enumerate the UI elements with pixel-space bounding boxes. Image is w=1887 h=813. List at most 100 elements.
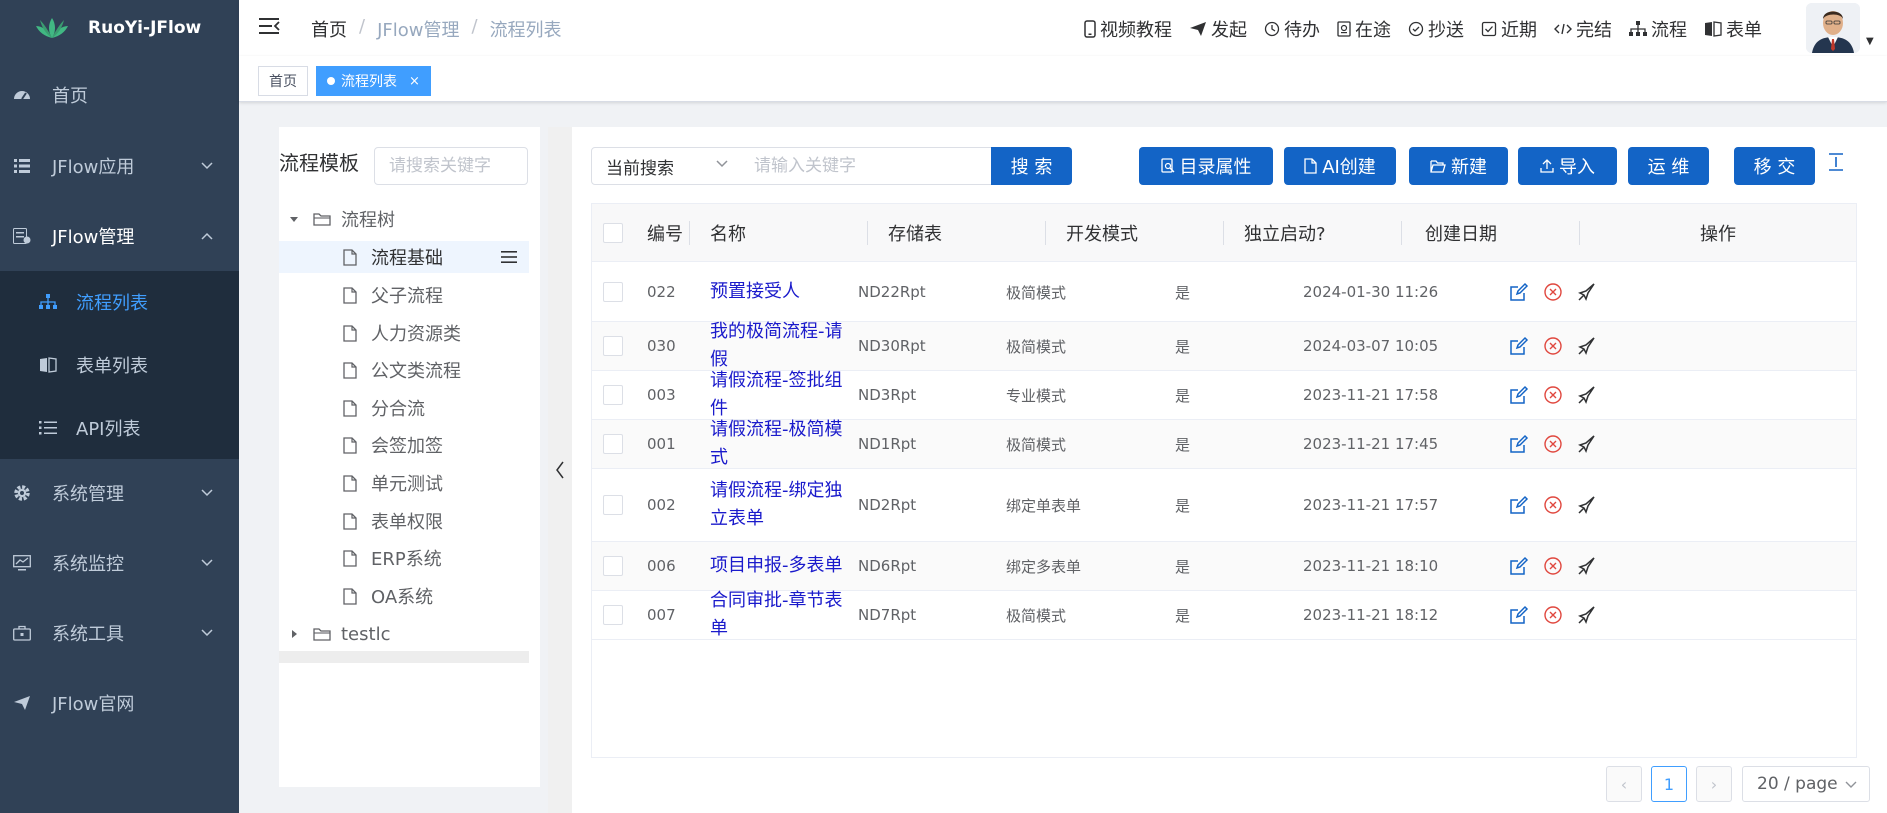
delete-icon[interactable]: [1543, 282, 1563, 302]
cell-name-link[interactable]: 请假流程-极简模式: [710, 419, 860, 468]
caret-right-icon[interactable]: [289, 629, 299, 639]
app-logo[interactable]: RuoYi-JFlow: [0, 0, 239, 56]
edit-icon[interactable]: [1509, 434, 1529, 454]
page-size-select[interactable]: 20 / page: [1742, 766, 1870, 802]
tree-node-item[interactable]: 单元测试: [279, 467, 529, 499]
nav-recent[interactable]: 近期: [1481, 16, 1537, 42]
launch-icon[interactable]: [1577, 434, 1597, 454]
sidebar-item-system-manage[interactable]: 系统管理: [0, 458, 239, 528]
row-checkbox[interactable]: [603, 385, 623, 405]
tag-home[interactable]: 首页: [258, 66, 308, 96]
collapse-panel-button[interactable]: [548, 127, 572, 813]
sidebar-item-api-list[interactable]: API列表: [0, 397, 239, 459]
nav-in-progress[interactable]: 在途: [1337, 16, 1391, 42]
row-checkbox[interactable]: [603, 605, 623, 625]
delete-icon[interactable]: [1543, 556, 1563, 576]
sidebar-item-jflow-site[interactable]: JFlow官网: [0, 668, 239, 738]
tree-node-item[interactable]: 表单权限: [279, 505, 529, 537]
sidebar-item-form-list[interactable]: 表单列表: [0, 334, 239, 396]
edit-icon[interactable]: [1509, 385, 1529, 405]
edit-icon[interactable]: [1509, 495, 1529, 515]
search-input[interactable]: [740, 147, 992, 185]
search-button[interactable]: 搜 索: [991, 147, 1072, 185]
nav-finished[interactable]: 完结: [1554, 16, 1612, 42]
tree-node-item[interactable]: ERP系统: [279, 542, 529, 574]
vertical-align-top-icon[interactable]: [1829, 153, 1843, 171]
search-scope-select[interactable]: 当前搜索: [591, 147, 741, 185]
nav-video-tutorial[interactable]: 视频教程: [1084, 16, 1172, 42]
select-all-checkbox[interactable]: [603, 223, 623, 243]
nav-start[interactable]: 发起: [1189, 16, 1247, 42]
tree-node-item[interactable]: 流程基础: [279, 241, 529, 273]
ops-button[interactable]: 运 维: [1628, 147, 1709, 185]
import-button[interactable]: 导入: [1518, 147, 1617, 185]
row-checkbox[interactable]: [603, 336, 623, 356]
sidebar-item-label: 系统监控: [52, 554, 124, 575]
sidebar-item-system-monitor[interactable]: 系统监控: [0, 528, 239, 598]
hamburger-icon[interactable]: [259, 16, 281, 36]
launch-icon[interactable]: [1577, 605, 1597, 625]
nav-cc[interactable]: 抄送: [1408, 16, 1464, 42]
sidebar-item-jflow-manage[interactable]: JFlow管理: [0, 201, 239, 271]
nav-form[interactable]: 表单: [1704, 16, 1762, 42]
tree-node-item[interactable]: 公文类流程: [279, 354, 529, 386]
edit-icon[interactable]: [1509, 336, 1529, 356]
sidebar-item-flow-list[interactable]: 流程列表: [0, 271, 239, 333]
next-page-button[interactable]: ›: [1696, 766, 1732, 802]
prev-page-button[interactable]: ‹: [1606, 766, 1642, 802]
row-checkbox[interactable]: [603, 495, 623, 515]
cell-name-link[interactable]: 请假流程-绑定独立表单: [710, 469, 860, 541]
tree-search-input[interactable]: [374, 147, 528, 185]
launch-icon[interactable]: [1577, 282, 1597, 302]
tree-node-item[interactable]: 会签加签: [279, 429, 529, 461]
launch-icon[interactable]: [1577, 495, 1597, 515]
tree-node-item[interactable]: 父子流程: [279, 279, 529, 311]
sidebar-item-home[interactable]: 首页: [0, 60, 239, 130]
nav-flow[interactable]: 流程: [1629, 16, 1687, 42]
launch-icon[interactable]: [1577, 385, 1597, 405]
tag-flow-list[interactable]: 流程列表 ×: [316, 66, 431, 96]
sidebar-item-label: JFlow官网: [52, 694, 135, 715]
delete-icon[interactable]: [1543, 434, 1563, 454]
row-checkbox[interactable]: [603, 434, 623, 454]
tree-node-item[interactable]: OA系统: [279, 580, 529, 612]
edit-icon[interactable]: [1509, 556, 1529, 576]
nav-todo[interactable]: 待办: [1264, 16, 1320, 42]
breadcrumb-home[interactable]: 首页: [311, 16, 347, 42]
delete-icon[interactable]: [1543, 605, 1563, 625]
close-icon[interactable]: ×: [409, 74, 420, 89]
menu-icon[interactable]: [501, 250, 517, 264]
delete-icon[interactable]: [1543, 495, 1563, 515]
cell-no: 006: [647, 557, 676, 575]
edit-icon[interactable]: [1509, 605, 1529, 625]
delete-icon[interactable]: [1543, 336, 1563, 356]
row-checkbox[interactable]: [603, 556, 623, 576]
transfer-button[interactable]: 移 交: [1734, 147, 1815, 185]
cell-name-link[interactable]: 项目申报-多表单: [710, 542, 860, 590]
sidebar-item-system-tools[interactable]: 系统工具: [0, 598, 239, 668]
catalog-properties-button[interactable]: 目录属性: [1139, 147, 1273, 185]
edit-icon[interactable]: [1509, 282, 1529, 302]
tree-node-item[interactable]: 分合流: [279, 392, 529, 424]
breadcrumb-jflow-manage[interactable]: JFlow管理: [377, 16, 459, 42]
tree-node-root[interactable]: 流程树: [279, 203, 529, 235]
cell-name-link[interactable]: 请假流程-签批组件: [710, 370, 860, 419]
cell-name-link[interactable]: 预置接受人: [710, 263, 860, 321]
delete-icon[interactable]: [1543, 385, 1563, 405]
horizontal-scrollbar[interactable]: [279, 651, 529, 663]
ai-create-button[interactable]: AI创建: [1284, 147, 1396, 185]
tree-node-root[interactable]: testlc: [279, 618, 529, 650]
cell-name-link[interactable]: 合同审批-章节表单: [710, 590, 860, 639]
row-checkbox[interactable]: [603, 282, 623, 302]
avatar[interactable]: [1806, 3, 1860, 53]
tree-node-item[interactable]: 人力资源类: [279, 317, 529, 349]
page-number[interactable]: 1: [1651, 766, 1687, 802]
caret-down-icon[interactable]: [289, 214, 299, 224]
caret-down-icon[interactable]: ▼: [1866, 36, 1874, 47]
cell-name-link[interactable]: 我的极简流程-请假: [710, 321, 860, 370]
sidebar-item-jflow-app[interactable]: JFlow应用: [0, 131, 239, 201]
launch-icon[interactable]: [1577, 556, 1597, 576]
launch-icon[interactable]: [1577, 336, 1597, 356]
top-navbar: 首页 / JFlow管理 / 流程列表 视频教程 发起 待办 在途 抄送 近期: [239, 0, 1887, 56]
new-button[interactable]: 新建: [1409, 147, 1508, 185]
